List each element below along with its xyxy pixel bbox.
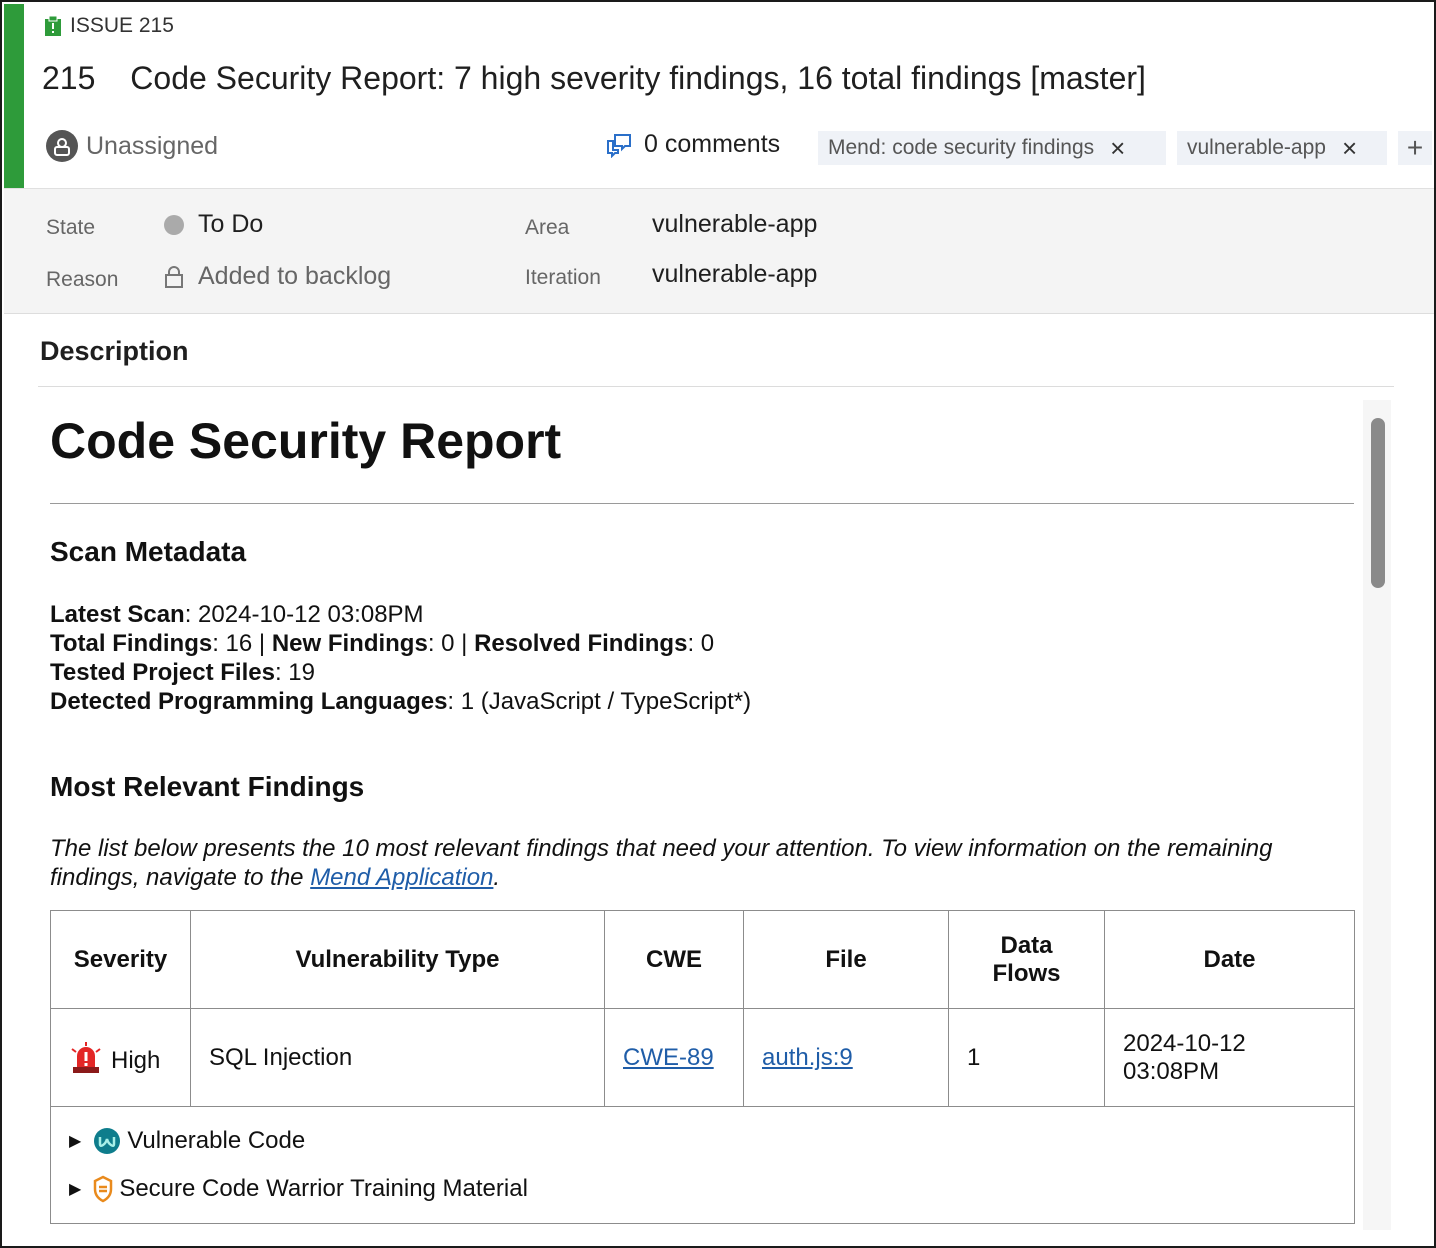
- scan-metadata: Latest Scan: 2024-10-12 03:08PM Total Fi…: [50, 600, 751, 716]
- work-item-fields: State To Do Reason Added to backlog Area…: [4, 188, 1434, 314]
- comments-icon: [607, 133, 631, 158]
- cwe-cell: CWE-89: [604, 1008, 744, 1107]
- secure-code-warrior-icon: [94, 1175, 113, 1203]
- report-title: Code Security Report: [50, 413, 562, 469]
- mend-logo-icon: [94, 1128, 121, 1154]
- assignee-picker[interactable]: Unassigned: [46, 130, 218, 162]
- issue-type-text: ISSUE 215: [70, 14, 174, 37]
- column-header-date: Date: [1104, 910, 1355, 1009]
- reason-field: Added to backlog: [164, 262, 391, 291]
- training-material-label: Secure Code Warrior Training Material: [119, 1175, 528, 1202]
- area-field[interactable]: vulnerable-app: [652, 210, 817, 239]
- work-item-window: ISSUE 215 215 Code Security Report: 7 hi…: [0, 0, 1436, 1248]
- comments-link[interactable]: 0 comments: [606, 130, 780, 159]
- training-material-disclosure[interactable]: ▶ Secure Code Warrior Training Material: [69, 1175, 1336, 1203]
- column-header-cwe: CWE: [604, 910, 744, 1009]
- tested-files-line: Tested Project Files: 19: [50, 659, 315, 686]
- description-heading: Description: [40, 336, 189, 366]
- languages-line: Detected Programming Languages: 1 (JavaS…: [50, 688, 752, 715]
- description-scrollbar-thumb[interactable]: [1371, 418, 1385, 588]
- comments-count: 0 comments: [644, 130, 781, 158]
- latest-scan-line: Latest Scan: 2024-10-12 03:08PM: [50, 601, 424, 628]
- disclosure-triangle-icon[interactable]: ▶: [69, 1179, 81, 1199]
- data-flows-cell: 1: [948, 1008, 1105, 1107]
- issue-title[interactable]: Code Security Report: 7 high severity fi…: [130, 60, 1146, 96]
- issue-type-color-bar: [4, 4, 24, 188]
- clipboard-icon: [45, 15, 61, 36]
- lock-icon: [165, 265, 183, 288]
- tag-mend-code-security[interactable]: Mend: code security findings ×: [818, 131, 1166, 165]
- report-divider: [50, 503, 1354, 504]
- iteration-label: Iteration: [525, 266, 601, 289]
- column-header-severity: Severity: [50, 910, 191, 1009]
- findings-intro: The list below presents the 10 most rele…: [50, 835, 1273, 891]
- findings-heading: Most Relevant Findings: [50, 771, 365, 802]
- column-header-file: File: [743, 910, 949, 1009]
- siren-icon: [71, 1041, 101, 1073]
- tag-vulnerable-app[interactable]: vulnerable-app ×: [1177, 131, 1387, 165]
- state-dropdown[interactable]: To Do: [164, 210, 263, 239]
- findings-table: Severity Vulnerability Type CWE File Dat…: [50, 910, 1355, 1224]
- description-divider: [38, 386, 1394, 387]
- assignee-text: Unassigned: [86, 131, 219, 160]
- tag-label: Mend: code security findings: [828, 136, 1095, 159]
- cwe-link[interactable]: CWE-89: [623, 1044, 714, 1071]
- unassigned-avatar-icon: [46, 130, 78, 162]
- remove-tag-icon[interactable]: ×: [1342, 135, 1357, 161]
- iteration-field[interactable]: vulnerable-app: [652, 260, 817, 289]
- scan-metadata-heading: Scan Metadata: [50, 536, 247, 567]
- severity-value: High: [111, 1046, 161, 1074]
- area-value: vulnerable-app: [652, 210, 818, 238]
- vulnerable-code-label: Vulnerable Code: [127, 1127, 306, 1154]
- disclosure-triangle-icon[interactable]: ▶: [69, 1131, 81, 1151]
- details-row: ▶ Vulnerable Code ▶ Secure Code Warrior …: [50, 1106, 1355, 1224]
- date-cell: 2024-10-12 03:08PM: [1104, 1008, 1355, 1107]
- file-cell: auth.js:9: [743, 1008, 949, 1107]
- issue-meta-row: Unassigned 0 comments Mend: code securit…: [46, 126, 1432, 170]
- findings-count-line: Total Findings: 16 | New Findings: 0 | R…: [50, 630, 715, 657]
- issue-title-row[interactable]: 215 Code Security Report: 7 high severit…: [42, 60, 1146, 97]
- column-header-vulnerability-type: Vulnerability Type: [190, 910, 605, 1009]
- reason-value: Added to backlog: [198, 262, 392, 290]
- add-tag-button[interactable]: +: [1398, 131, 1432, 165]
- vulnerability-type-cell: SQL Injection: [190, 1008, 605, 1107]
- vulnerable-code-disclosure[interactable]: ▶ Vulnerable Code: [69, 1127, 1336, 1155]
- state-label: State: [46, 216, 96, 239]
- iteration-value: vulnerable-app: [652, 260, 818, 288]
- remove-tag-icon[interactable]: ×: [1110, 135, 1125, 161]
- file-link[interactable]: auth.js:9: [762, 1044, 853, 1071]
- table-row: High SQL Injection CWE-89 auth.js:9 1 20…: [50, 1008, 1355, 1107]
- issue-id: 215: [42, 60, 96, 96]
- state-dot-icon: [164, 214, 184, 235]
- area-label: Area: [525, 216, 570, 239]
- details-cell: ▶ Vulnerable Code ▶ Secure Code Warrior …: [50, 1106, 1355, 1224]
- severity-cell: High: [50, 1008, 191, 1107]
- issue-type-label: ISSUE 215: [44, 14, 174, 38]
- state-value: To Do: [198, 210, 264, 238]
- tag-label: vulnerable-app: [1187, 136, 1326, 159]
- description-content[interactable]: Code Security Report Scan Metadata Lates…: [50, 402, 1356, 1232]
- column-header-data-flows: Data Flows: [948, 910, 1105, 1009]
- reason-label: Reason: [46, 268, 119, 291]
- mend-application-link[interactable]: Mend Application: [310, 864, 493, 891]
